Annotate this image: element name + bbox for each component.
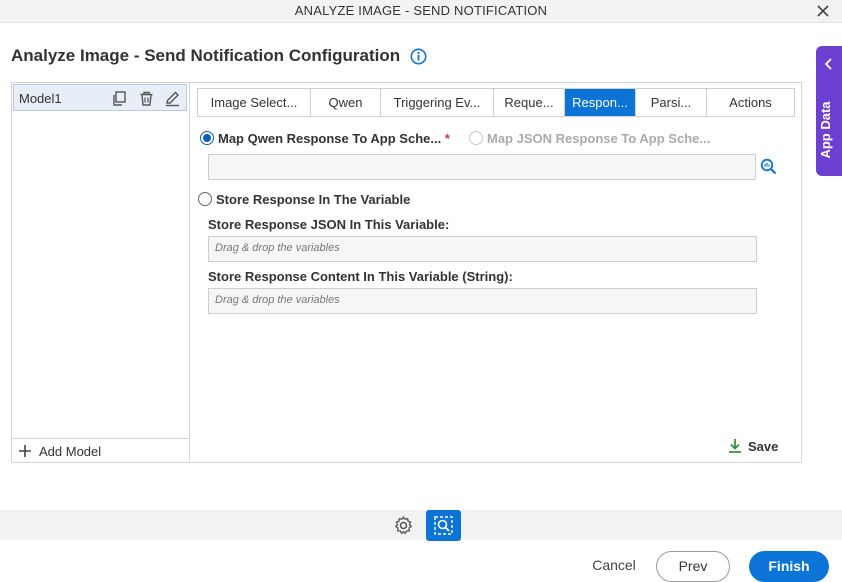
map-qwen-response-radio[interactable]: [200, 131, 214, 145]
image-analysis-button[interactable]: [426, 510, 461, 541]
tab-actions[interactable]: Actions: [707, 89, 794, 116]
schema-lookup-icon[interactable]: [760, 158, 777, 175]
store-response-label: Store Response In The Variable: [216, 192, 411, 207]
close-icon[interactable]: [815, 3, 831, 19]
page-title: Analyze Image - Send Notification Config…: [11, 46, 401, 65]
finish-button[interactable]: Finish: [749, 551, 829, 582]
edit-icon[interactable]: [164, 90, 181, 107]
add-model-label: Add Model: [39, 444, 102, 459]
prev-button[interactable]: Prev: [656, 551, 730, 582]
app-data-panel-toggle[interactable]: App Data: [816, 46, 842, 176]
required-marker: *: [444, 131, 450, 146]
model-name: Model1: [19, 91, 62, 106]
model-list-panel: Model1 Add Model: [11, 82, 190, 463]
plus-icon: [19, 445, 31, 457]
map-json-response-radio: [469, 131, 483, 145]
content-variable-placeholder: Drag & drop the variables: [215, 294, 340, 306]
tab-triggering-events[interactable]: Triggering Ev...: [381, 89, 494, 116]
tab-response[interactable]: Respon...: [565, 89, 636, 116]
app-schema-field[interactable]: [208, 154, 756, 180]
tab-parsing[interactable]: Parsi...: [636, 89, 707, 116]
map-qwen-response-label: Map Qwen Response To App Sche... *: [218, 131, 450, 146]
model-list-item[interactable]: Model1: [13, 84, 187, 111]
save-label: Save: [748, 439, 779, 454]
window-titlebar: ANALYZE IMAGE - SEND NOTIFICATION: [0, 0, 842, 23]
bottom-toolbar: [0, 510, 842, 540]
json-variable-dropzone[interactable]: Drag & drop the variables: [208, 236, 757, 262]
chevron-left-icon: [824, 58, 832, 70]
tab-image-selection[interactable]: Image Select...: [198, 89, 311, 116]
info-icon[interactable]: [410, 48, 427, 65]
map-qwen-response-text: Map Qwen Response To App Sche...: [218, 131, 442, 146]
cancel-button[interactable]: Cancel: [585, 557, 643, 577]
map-json-response-label: Map JSON Response To App Sche...: [487, 131, 711, 146]
add-model-button[interactable]: Add Model: [11, 438, 189, 463]
tab-request[interactable]: Reque...: [494, 89, 565, 116]
configuration-tabs: Image Select... Qwen Triggering Ev... Re…: [197, 88, 795, 117]
copy-icon[interactable]: [111, 90, 128, 107]
content-variable-dropzone[interactable]: Drag & drop the variables: [208, 288, 757, 314]
tab-qwen[interactable]: Qwen: [311, 89, 381, 116]
content-variable-label: Store Response Content In This Variable …: [208, 269, 513, 284]
delete-icon[interactable]: [138, 90, 155, 107]
store-response-radio[interactable]: [198, 192, 212, 206]
json-variable-placeholder: Drag & drop the variables: [215, 242, 340, 254]
gear-icon[interactable]: [393, 515, 414, 536]
window-title: ANALYZE IMAGE - SEND NOTIFICATION: [294, 3, 548, 18]
download-icon: [729, 439, 741, 453]
app-data-label: App Data: [818, 101, 833, 159]
json-variable-label: Store Response JSON In This Variable:: [208, 217, 450, 232]
image-search-icon: [434, 516, 453, 535]
